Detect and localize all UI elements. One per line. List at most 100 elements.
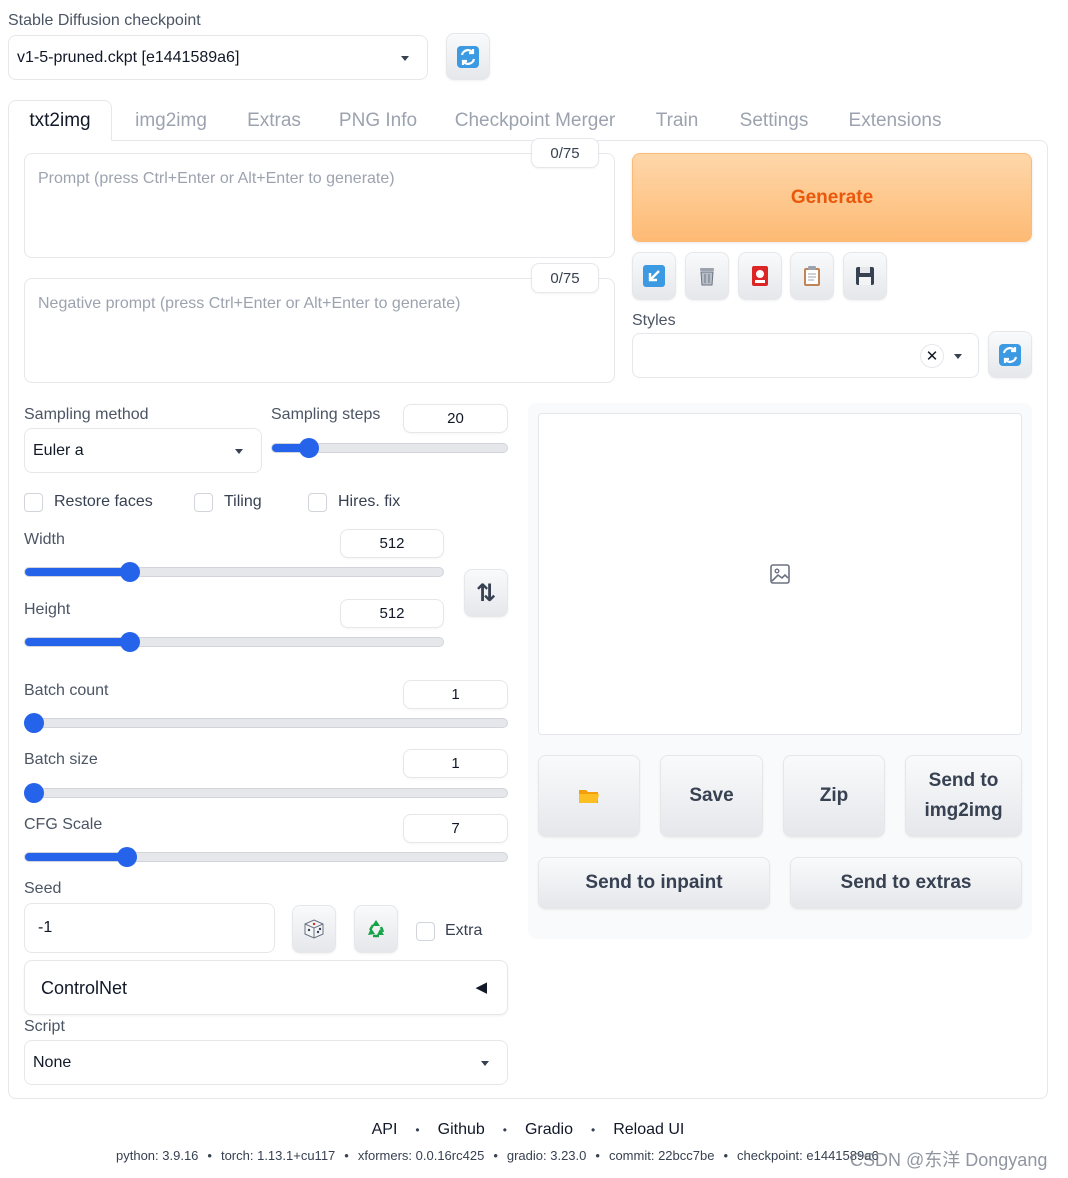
collapse-toggle-icon[interactable]: ◀ bbox=[475, 978, 487, 996]
styles-select[interactable]: ✕ bbox=[632, 333, 979, 378]
clear-prompt-button[interactable] bbox=[685, 252, 729, 300]
apply-style-button[interactable] bbox=[790, 252, 834, 300]
tab-txt2img[interactable]: txt2img bbox=[8, 100, 112, 141]
gradio-version: gradio: 3.23.0 bbox=[506, 1148, 587, 1163]
generate-button[interactable]: Generate bbox=[632, 153, 1032, 242]
tab-checkpoint-merger[interactable]: Checkpoint Merger bbox=[444, 100, 626, 141]
hires-fix-checkbox[interactable] bbox=[308, 493, 327, 512]
hires-fix-label: Hires. fix bbox=[338, 493, 401, 510]
negative-prompt-token-counter: 0/75 bbox=[531, 263, 599, 293]
refresh-checkpoint-button[interactable] bbox=[446, 33, 490, 80]
tab-png-info[interactable]: PNG Info bbox=[330, 100, 426, 141]
reuse-seed-button[interactable] bbox=[354, 905, 398, 953]
extra-seed-label: Extra bbox=[445, 922, 483, 939]
swap-icon: ⇅ bbox=[475, 579, 497, 607]
script-select[interactable]: None bbox=[24, 1040, 508, 1085]
output-gallery[interactable] bbox=[538, 413, 1022, 735]
zip-button[interactable]: Zip bbox=[783, 755, 885, 837]
save-button[interactable]: Save bbox=[660, 755, 763, 837]
image-placeholder-icon bbox=[770, 564, 790, 584]
sampling-steps-input[interactable]: 20 bbox=[403, 404, 508, 433]
height-slider[interactable] bbox=[24, 632, 444, 652]
footer-version-info: python: 3.9.16 • torch: 1.13.1+cu117 • x… bbox=[116, 1148, 879, 1163]
footer-separator: • bbox=[493, 1148, 498, 1163]
cfg-scale-label: CFG Scale bbox=[24, 816, 103, 833]
tiling-checkbox[interactable] bbox=[194, 493, 213, 512]
seed-label: Seed bbox=[24, 880, 62, 897]
random-seed-button[interactable] bbox=[292, 905, 336, 953]
checkpoint-label: Stable Diffusion checkpoint bbox=[8, 12, 201, 29]
footer-separator: • bbox=[415, 1123, 420, 1137]
height-input[interactable]: 512 bbox=[340, 599, 444, 628]
width-input[interactable]: 512 bbox=[340, 529, 444, 558]
arrow-down-left-icon bbox=[643, 265, 665, 287]
footer-separator: • bbox=[502, 1123, 507, 1137]
footer-separator: • bbox=[207, 1148, 212, 1163]
restore-faces-checkbox[interactable] bbox=[24, 493, 43, 512]
recycle-icon bbox=[368, 920, 385, 938]
cfg-scale-slider[interactable] bbox=[24, 847, 508, 867]
tab-train[interactable]: Train bbox=[644, 100, 710, 141]
extra-seed-checkbox[interactable] bbox=[416, 922, 435, 941]
sampling-method-label: Sampling method bbox=[24, 406, 149, 423]
sampling-method-select[interactable]: Euler a bbox=[24, 428, 262, 473]
script-value: None bbox=[33, 1053, 72, 1071]
chevron-down-icon bbox=[401, 56, 409, 61]
tiling-label: Tiling bbox=[224, 493, 262, 510]
send-to-extras-button[interactable]: Send to extras bbox=[790, 857, 1022, 909]
tab-extensions[interactable]: Extensions bbox=[838, 100, 952, 141]
prompt-input[interactable] bbox=[24, 153, 615, 258]
extra-networks-button[interactable] bbox=[738, 252, 782, 300]
batch-size-input[interactable]: 1 bbox=[403, 749, 508, 778]
dice-icon bbox=[304, 919, 324, 939]
prompt-token-counter: 0/75 bbox=[531, 138, 599, 168]
clipboard-icon bbox=[804, 266, 820, 286]
controlnet-title: ControlNet bbox=[41, 978, 128, 998]
styles-label: Styles bbox=[632, 312, 676, 329]
batch-count-slider[interactable] bbox=[24, 713, 508, 733]
seed-input[interactable]: -1 bbox=[24, 903, 275, 953]
sampling-steps-slider[interactable] bbox=[271, 438, 508, 458]
restore-faces-label: Restore faces bbox=[54, 493, 153, 510]
chevron-down-icon bbox=[954, 354, 962, 359]
tab-img2img[interactable]: img2img bbox=[120, 100, 222, 141]
tab-extras[interactable]: Extras bbox=[234, 100, 314, 141]
xformers-version: xformers: 0.0.16rc425 bbox=[357, 1148, 485, 1163]
width-slider[interactable] bbox=[24, 562, 444, 582]
controlnet-accordion[interactable]: ControlNet ◀ bbox=[24, 960, 508, 1015]
seed-value: -1 bbox=[38, 919, 53, 936]
python-version: python: 3.9.16 bbox=[116, 1148, 199, 1163]
width-label: Width bbox=[24, 531, 65, 548]
footer-separator: • bbox=[723, 1148, 729, 1163]
github-link[interactable]: Github bbox=[438, 1121, 485, 1139]
refresh-icon bbox=[999, 343, 1021, 366]
send-to-inpaint-button[interactable]: Send to inpaint bbox=[538, 857, 770, 909]
swap-dimensions-button[interactable]: ⇅ bbox=[464, 569, 508, 617]
footer-links: API • Github • Gradio • Reload UI bbox=[0, 1121, 1056, 1139]
read-params-button[interactable] bbox=[632, 252, 676, 300]
checkpoint-value: v1-5-pruned.ckpt [e1441589a6] bbox=[17, 48, 240, 66]
floppy-disk-icon bbox=[856, 267, 874, 285]
footer-separator: • bbox=[595, 1148, 600, 1163]
height-label: Height bbox=[24, 601, 71, 618]
chevron-down-icon bbox=[235, 449, 243, 454]
tab-settings[interactable]: Settings bbox=[728, 100, 820, 141]
negative-prompt-input[interactable] bbox=[24, 278, 615, 383]
save-style-button[interactable] bbox=[843, 252, 887, 300]
chevron-down-icon bbox=[481, 1061, 489, 1066]
footer-separator: • bbox=[591, 1123, 596, 1137]
open-folder-button[interactable] bbox=[538, 755, 640, 837]
folder-icon bbox=[579, 790, 599, 803]
batch-count-input[interactable]: 1 bbox=[403, 680, 508, 709]
refresh-styles-button[interactable] bbox=[988, 331, 1032, 378]
refresh-icon bbox=[457, 45, 479, 68]
reload-ui-link[interactable]: Reload UI bbox=[613, 1121, 684, 1139]
send-to-img2img-button[interactable]: Send to img2img bbox=[905, 755, 1022, 837]
cfg-scale-input[interactable]: 7 bbox=[403, 814, 508, 843]
batch-size-slider[interactable] bbox=[24, 783, 508, 803]
gradio-link[interactable]: Gradio bbox=[525, 1121, 573, 1139]
api-link[interactable]: API bbox=[372, 1121, 398, 1139]
footer-separator: • bbox=[344, 1148, 349, 1163]
clear-icon[interactable]: ✕ bbox=[920, 344, 944, 368]
checkpoint-select[interactable]: v1-5-pruned.ckpt [e1441589a6] bbox=[8, 35, 428, 80]
